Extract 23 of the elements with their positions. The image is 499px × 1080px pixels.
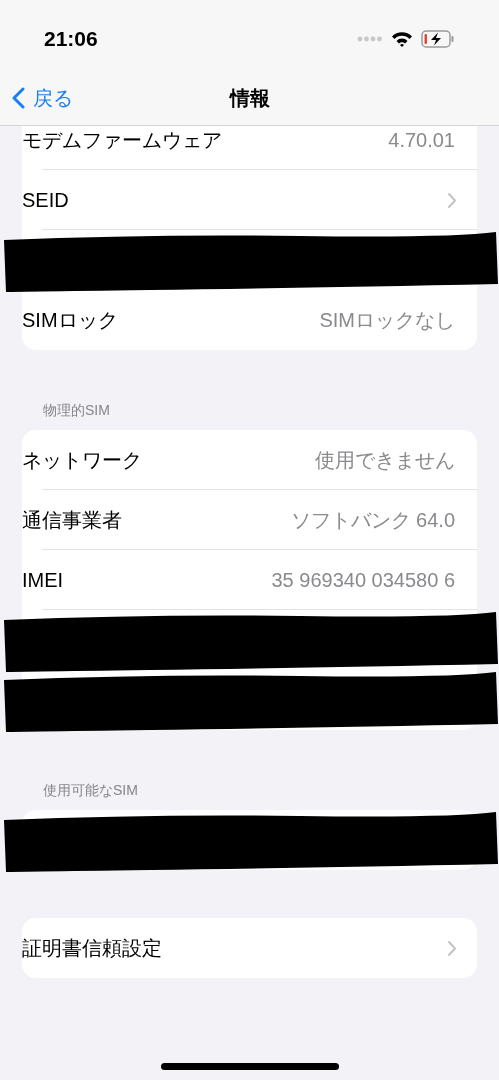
row-label: 証明書信頼設定 xyxy=(22,936,162,961)
no-signal-icon xyxy=(357,36,383,42)
row-label: SIMロック xyxy=(22,308,118,333)
chevron-icon xyxy=(447,191,457,209)
section-header: 使用可能なSIM xyxy=(43,782,138,798)
back-button[interactable]: 戻る xyxy=(12,83,73,113)
chevron-icon xyxy=(447,939,457,957)
row-value: 4.70.01 xyxy=(388,128,455,153)
row-label: SEID xyxy=(22,188,69,213)
row-value: SIMロックなし xyxy=(319,308,455,333)
back-chevron-icon xyxy=(12,87,25,109)
row-label: ネットワーク xyxy=(22,448,142,473)
row-label: モデムファームウェア xyxy=(22,128,222,153)
battery-charging-icon xyxy=(421,30,455,48)
row-label: 通信事業者 xyxy=(22,508,122,533)
row-value: ソフトバンク 64.0 xyxy=(290,508,455,533)
section-header: 物理的SIM xyxy=(43,402,110,418)
row-label: IMEI xyxy=(22,568,64,593)
wifi-icon xyxy=(391,31,413,47)
page-title: 情報 xyxy=(229,86,270,111)
row-value: 使用できません xyxy=(315,448,455,473)
row-value: 35 969340 034580 6 xyxy=(271,568,455,593)
status-time: 21:06 xyxy=(44,26,98,53)
